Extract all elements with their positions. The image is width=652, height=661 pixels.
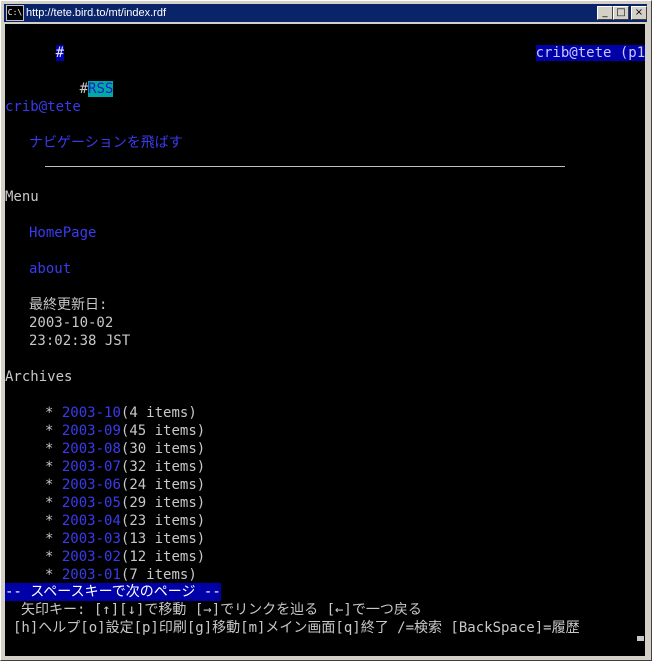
- archive-list-item: * 2003-02(12 items): [45, 548, 205, 566]
- title-bar[interactable]: C:\ http://tete.bird.to/mt/index.rdf _ □…: [4, 4, 647, 22]
- archive-count: (13 items): [120, 531, 206, 547]
- archive-list-item: * 2003-06(24 items): [45, 476, 205, 494]
- archive-link[interactable]: 2003-01: [62, 567, 121, 583]
- window-title: http://tete.bird.to/mt/index.rdf: [26, 7, 167, 19]
- archive-list-item: * 2003-05(29 items): [45, 494, 205, 512]
- archive-count: (29 items): [120, 495, 206, 511]
- archive-count: (12 items): [120, 549, 206, 565]
- minimize-button[interactable]: _: [597, 6, 613, 20]
- archives-heading: Archives: [5, 369, 73, 385]
- archive-count: (30 items): [120, 441, 206, 457]
- site-name-link[interactable]: crib@tete: [5, 98, 81, 116]
- archive-count: (7 items): [120, 567, 197, 583]
- rss-hash: #: [79, 81, 89, 97]
- last-updated-date: 2003-10-02: [29, 315, 114, 331]
- last-updated-time: 23:02:38 JST: [29, 333, 131, 349]
- menu-heading: Menu: [5, 189, 39, 205]
- help-commands: [h]ヘルプ[o]設定[p]印刷[g]移動[m]メイン画面[q]終了 /=検索 …: [13, 620, 580, 636]
- close-button[interactable]: ×: [631, 6, 647, 20]
- archive-list-item: * 2003-10(4 items): [45, 404, 197, 422]
- archive-link[interactable]: 2003-04: [62, 513, 121, 529]
- archive-count: (32 items): [120, 459, 206, 475]
- archive-link[interactable]: 2003-10: [62, 405, 121, 421]
- horizontal-rule: [45, 166, 565, 167]
- console-app-icon[interactable]: C:\: [6, 5, 24, 21]
- archive-count: (45 items): [120, 423, 206, 439]
- header-hash: #: [55, 45, 65, 61]
- archive-count: (24 items): [120, 477, 206, 493]
- archive-list-item: * 2003-01(7 items): [45, 566, 197, 584]
- rss-link[interactable]: RSS: [88, 81, 114, 97]
- archive-list-item: * 2003-04(23 items): [45, 512, 205, 530]
- help-arrow-keys: 矢印キー: [↑][↓]で移動 [→]でリンクを辿る [←]で一つ戻る: [21, 602, 422, 618]
- text-cursor: [637, 636, 644, 641]
- next-page-status: -- スペースキーで次のページ --: [5, 583, 221, 601]
- maximize-button[interactable]: □: [613, 6, 629, 20]
- archive-list-item: * 2003-07(32 items): [45, 458, 205, 476]
- menu-item-homepage[interactable]: HomePage: [29, 224, 96, 242]
- skip-navigation-link[interactable]: ナビゲーションを飛ばす: [29, 134, 183, 152]
- lynx-terminal[interactable]: # crib@tete (p1 of 7) #RSS crib@tete ナビゲ…: [5, 24, 645, 656]
- archive-list-item: * 2003-09(45 items): [45, 422, 205, 440]
- archive-list-item: * 2003-03(13 items): [45, 530, 205, 548]
- last-updated-label: 最終更新日:: [29, 297, 108, 313]
- console-window: C:\ http://tete.bird.to/mt/index.rdf _ □…: [0, 0, 652, 661]
- menu-item-about[interactable]: about: [29, 260, 71, 278]
- archive-link[interactable]: 2003-08: [62, 441, 121, 457]
- archive-link[interactable]: 2003-06: [62, 477, 121, 493]
- archive-count: (23 items): [120, 513, 206, 529]
- archive-count: (4 items): [120, 405, 197, 421]
- archive-link[interactable]: 2003-09: [62, 423, 121, 439]
- archive-link[interactable]: 2003-05: [62, 495, 121, 511]
- archive-link[interactable]: 2003-07: [62, 459, 121, 475]
- page-title: crib@tete (p1 of 7): [485, 26, 645, 61]
- archive-link[interactable]: 2003-02: [62, 549, 121, 565]
- header-line: #: [5, 26, 65, 61]
- rss-line: #RSS: [29, 62, 114, 97]
- archive-link[interactable]: 2003-03: [62, 531, 121, 547]
- archive-list-item: * 2003-08(30 items): [45, 440, 205, 458]
